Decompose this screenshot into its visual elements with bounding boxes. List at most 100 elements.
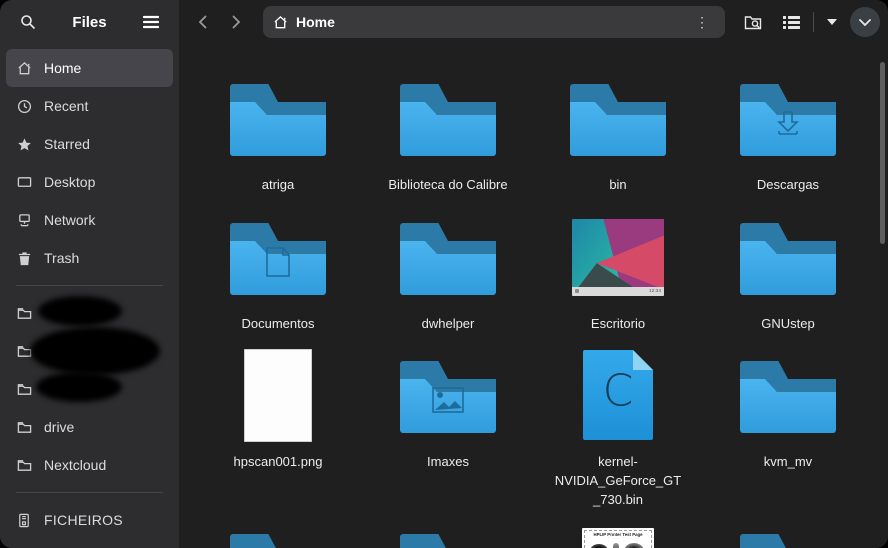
sidebar-item-label: Network: [44, 212, 96, 228]
file-item[interactable]: Documentos: [203, 205, 353, 334]
folder-download-icon: [740, 78, 836, 158]
app-title: Files: [72, 13, 107, 31]
redaction-blob: [30, 327, 160, 375]
redaction-blob: [38, 296, 122, 326]
sidebar-item-label: Nextcloud: [44, 457, 107, 473]
sidebar-item-label: Recent: [44, 98, 89, 114]
location-label: Home: [296, 14, 335, 30]
chevron-down-icon[interactable]: [850, 7, 880, 37]
desktop-icon: [16, 174, 32, 190]
network-icon: [16, 212, 32, 228]
folder-icon: [740, 217, 836, 297]
home-icon: [16, 60, 32, 76]
disk-icon: [16, 512, 32, 528]
folder-documents-icon: [230, 217, 326, 297]
sidebar-bookmark-drive[interactable]: drive: [6, 408, 173, 446]
back-button[interactable]: [187, 7, 217, 37]
sidebar-separator: [16, 285, 163, 286]
printer-test-page-thumbnail: HPLIP Printer Test Page: [582, 528, 654, 548]
path-bar[interactable]: Home ⋮: [263, 6, 725, 38]
file-item[interactable]: [203, 516, 353, 548]
folder-icon: [400, 528, 496, 548]
trash-icon: [16, 250, 32, 266]
folder-icon: [740, 355, 836, 435]
file-item[interactable]: 12:34 Escritorio: [543, 205, 693, 334]
sidebar-separator: [16, 492, 163, 493]
file-item[interactable]: hpscan001.png: [203, 343, 353, 472]
file-item[interactable]: bin: [543, 66, 693, 195]
file-item[interactable]: [713, 516, 863, 548]
file-item[interactable]: kvm_mv: [713, 343, 863, 472]
vertical-scrollbar[interactable]: [880, 62, 885, 244]
file-item[interactable]: [373, 516, 523, 548]
folder-icon: [16, 305, 32, 321]
folder-icon: [230, 78, 326, 158]
file-label: atriga: [261, 177, 295, 192]
sidebar-bookmark-nextcloud[interactable]: Nextcloud: [6, 446, 173, 484]
sidebar-item-label: Desktop: [44, 174, 96, 190]
folder-icon: [400, 78, 496, 158]
sidebar-item-network[interactable]: Network: [6, 201, 173, 239]
sidebar-volume-ficheiros[interactable]: FICHEIROS: [6, 501, 173, 539]
file-label: Biblioteca do Calibre: [388, 177, 508, 192]
file-label: hpscan001.png: [233, 454, 323, 469]
kebab-menu-icon[interactable]: ⋮: [689, 11, 715, 33]
folder-icon: [16, 381, 32, 397]
file-label: dwhelper: [421, 316, 475, 331]
home-icon: [273, 15, 288, 30]
hamburger-menu-icon[interactable]: [135, 6, 167, 38]
file-item[interactable]: dwhelper: [373, 205, 523, 334]
file-item[interactable]: C kernel- NVIDIA_GeForce_GT _730.bin: [543, 343, 693, 510]
folder-icon: [740, 528, 836, 548]
files-app-window: Files Home Recent Starred Desktop Networ…: [0, 0, 888, 548]
download-emblem-icon: [771, 106, 805, 140]
file-item[interactable]: atriga: [203, 66, 353, 195]
sidebar-item-recent[interactable]: Recent: [6, 87, 173, 125]
folder-pictures-icon: [400, 355, 496, 435]
sidebar-item-starred[interactable]: Starred: [6, 125, 173, 163]
thumbnail-clock: 12:34: [648, 288, 661, 294]
sidebar-item-home[interactable]: Home: [6, 49, 173, 87]
file-label: kernel- NVIDIA_GeForce_GT _730.bin: [554, 454, 682, 507]
sidebar-volume-partial[interactable]: Persoal: [6, 539, 173, 548]
caret-down-icon[interactable]: [820, 6, 844, 38]
binary-file-icon: C: [583, 350, 653, 440]
folder-search-icon[interactable]: [737, 6, 769, 38]
search-icon[interactable]: [12, 6, 44, 38]
sidebar-item-label: Starred: [44, 136, 90, 152]
content-pane: Home ⋮ atriga Biblioteca do Calibre bin …: [179, 0, 888, 548]
file-item[interactable]: Imaxes: [373, 343, 523, 472]
taskbar-dot: [575, 289, 579, 293]
file-item[interactable]: HPLIP Printer Test Page: [543, 522, 693, 548]
file-label: kvm_mv: [763, 454, 813, 469]
file-label: GNUstep: [761, 316, 815, 331]
folder-icon: [400, 217, 496, 297]
test-page-title: HPLIP Printer Test Page: [593, 533, 643, 538]
star-icon: [16, 136, 32, 152]
sidebar-item-desktop[interactable]: Desktop: [6, 163, 173, 201]
file-label: Descargas: [756, 177, 820, 192]
sidebar-item-trash[interactable]: Trash: [6, 239, 173, 277]
forward-button[interactable]: [221, 7, 251, 37]
image-thumbnail-blank: [244, 348, 312, 442]
redaction-blob: [36, 372, 122, 402]
document-emblem-icon: [264, 246, 292, 278]
sidebar-item-label: Trash: [44, 250, 80, 266]
file-item[interactable]: Biblioteca do Calibre: [373, 66, 523, 195]
sidebar: Files Home Recent Starred Desktop Networ…: [0, 0, 179, 548]
file-item[interactable]: Descargas: [713, 66, 863, 195]
folder-icon: [16, 419, 32, 435]
desktop-screenshot-thumbnail: 12:34: [572, 218, 664, 296]
folder-icon: [570, 78, 666, 158]
c-glyph: C: [602, 365, 634, 417]
file-item[interactable]: GNUstep: [713, 205, 863, 334]
file-label: Documentos: [241, 316, 315, 331]
clock-icon: [16, 98, 32, 114]
headerbar: Home ⋮: [179, 0, 888, 44]
file-label: Imaxes: [427, 454, 469, 469]
sidebar-item-label: Home: [44, 60, 82, 76]
image-emblem-icon: [431, 386, 465, 414]
list-view-icon[interactable]: [775, 6, 807, 38]
file-label: bin: [609, 177, 627, 192]
sidebar-item-label: drive: [44, 419, 75, 435]
